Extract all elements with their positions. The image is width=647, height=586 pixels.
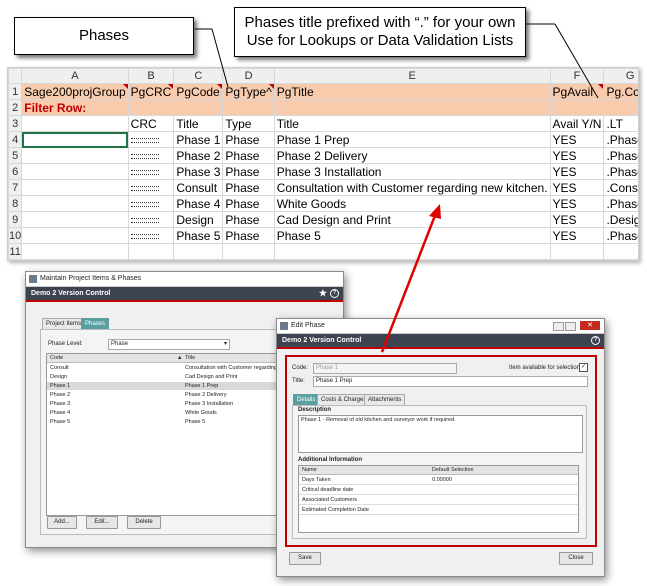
red-arrow-head [429,204,441,219]
annotation-lines [195,23,599,353]
red-arrow-shaft [380,212,438,353]
phases-pointer [211,28,229,88]
title-note-pointer [554,23,599,99]
